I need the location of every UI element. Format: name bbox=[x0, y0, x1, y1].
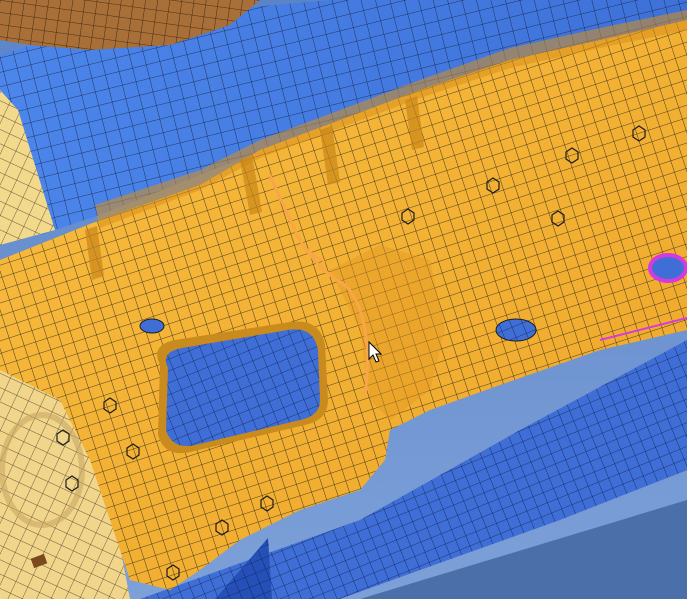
bracket-round-hole[interactable] bbox=[495, 318, 537, 342]
bracket-selected-hole[interactable] bbox=[648, 253, 687, 283]
bracket-small-hole[interactable] bbox=[139, 318, 165, 334]
graphics-viewport[interactable] bbox=[0, 0, 687, 599]
mesh-canvas[interactable] bbox=[0, 0, 687, 599]
